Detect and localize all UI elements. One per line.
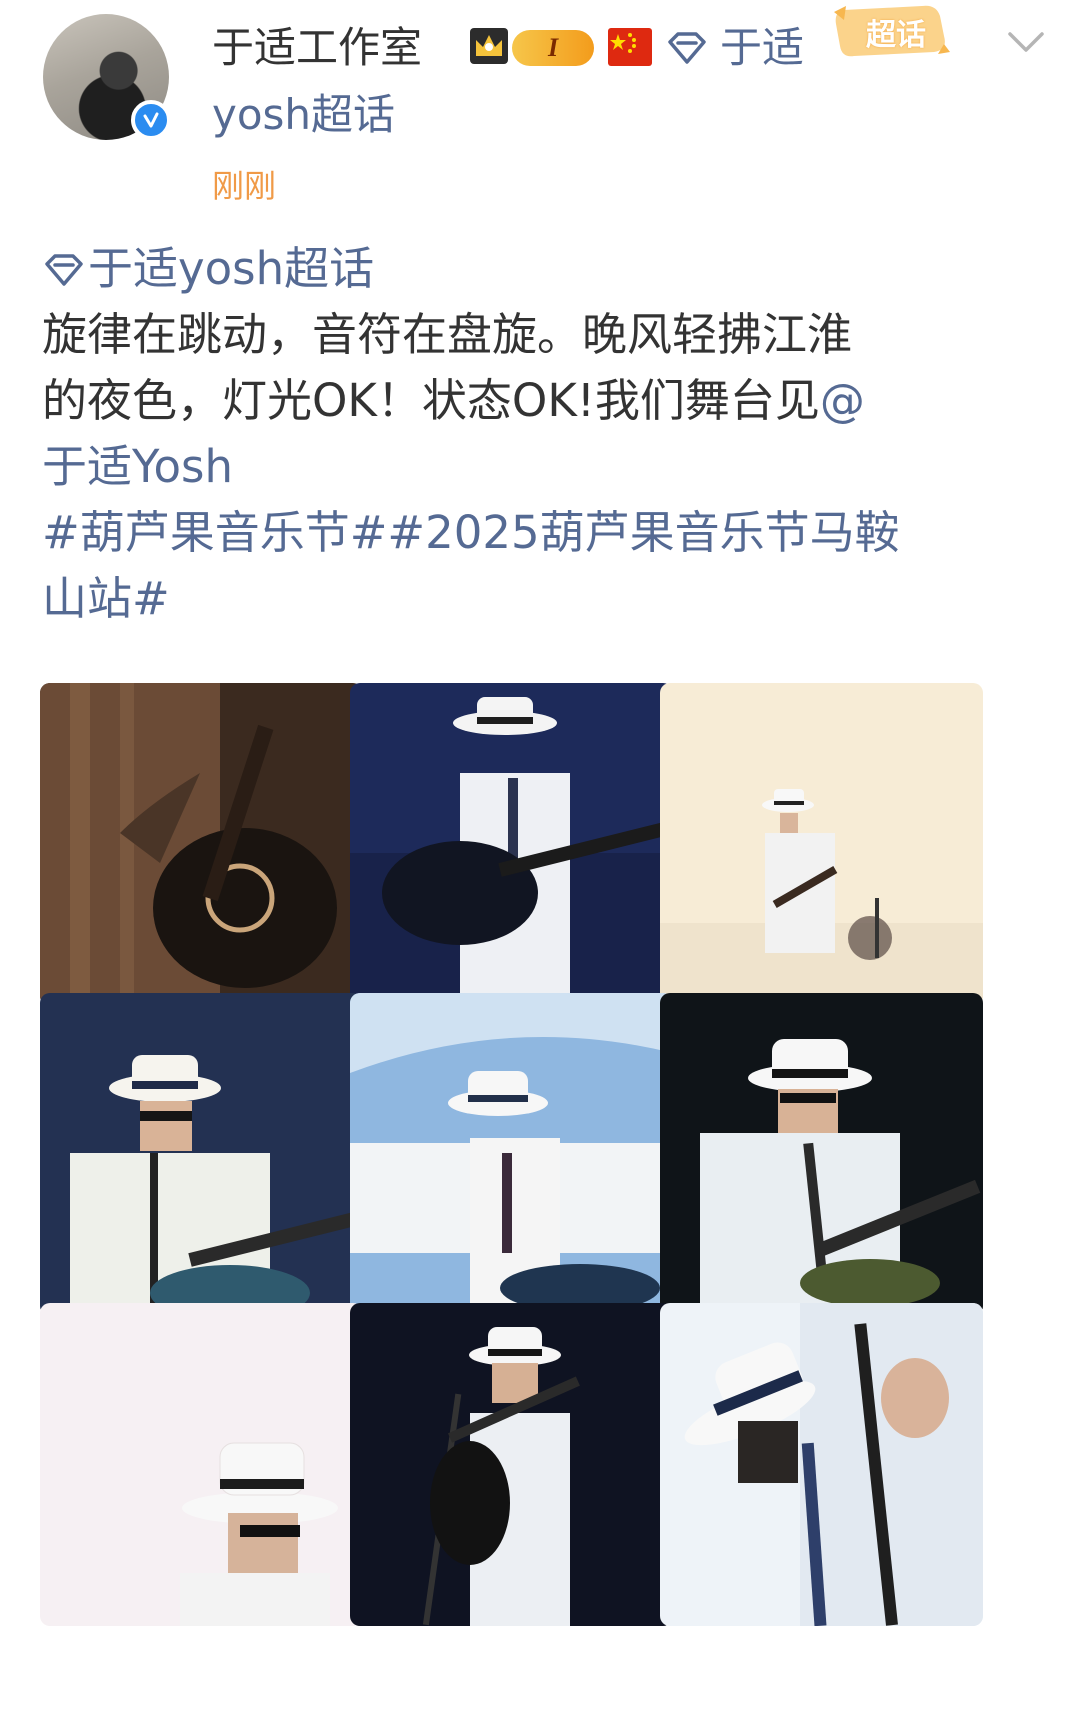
crown-icon — [470, 28, 508, 64]
post-line-2: 的夜色，灯光OK！状态OK!我们舞台见@ — [42, 368, 1042, 434]
photo-5[interactable] — [350, 993, 673, 1316]
topic-link[interactable]: 于适yosh超话 — [42, 236, 1042, 302]
username[interactable]: 于适工作室 — [212, 18, 422, 78]
photo-7[interactable] — [40, 1303, 363, 1626]
hashtag-link-1[interactable]: #葫芦果音乐节# — [42, 506, 387, 559]
verified-icon — [131, 100, 171, 140]
photo-9[interactable] — [660, 1303, 983, 1626]
image-grid — [40, 683, 1038, 1683]
photo-6[interactable] — [660, 993, 983, 1316]
mention-link[interactable]: 于适Yosh — [42, 434, 1042, 500]
flag-icon — [608, 28, 652, 66]
supertopic-badge-label: 超话 — [866, 18, 926, 53]
photo-8[interactable] — [350, 1303, 673, 1626]
photo-2[interactable] — [350, 683, 673, 1006]
photo-4[interactable] — [40, 993, 363, 1316]
topic-link-label: 于适yosh超话 — [88, 242, 375, 295]
chevron-down-icon[interactable] — [1002, 22, 1050, 62]
weibo-post: 于适工作室 I 于适 超话 yosh超话 刚刚 于适yosh超话 旋律在跳动，音… — [0, 0, 1080, 1710]
supertopic-icon — [668, 32, 706, 64]
supertopic-link[interactable]: 于适 — [720, 18, 804, 78]
photo-3[interactable] — [660, 683, 983, 1006]
hashtag-link-2-continued[interactable]: 山站# — [42, 566, 1042, 632]
timestamp: 刚刚 — [212, 167, 277, 205]
photo-1[interactable] — [40, 683, 363, 1006]
supertopic-icon — [45, 254, 83, 286]
post-line-1: 旋律在跳动，音符在盘旋。晚风轻拂江淮 — [42, 308, 853, 361]
supertopic-subtitle[interactable]: yosh超话 — [212, 86, 395, 144]
level-badge: I — [512, 30, 594, 66]
post-line-2-text: 的夜色，灯光OK！状态OK!我们舞台见 — [42, 374, 820, 427]
hashtag-link-2[interactable]: #2025葫芦果音乐节马鞍 — [387, 506, 899, 559]
hashtag-line: #葫芦果音乐节##2025葫芦果音乐节马鞍 — [42, 500, 1042, 566]
mention-at[interactable]: @ — [820, 374, 865, 427]
post-text: 于适yosh超话 旋律在跳动，音符在盘旋。晚风轻拂江淮 的夜色，灯光OK！状态O… — [42, 236, 1042, 632]
